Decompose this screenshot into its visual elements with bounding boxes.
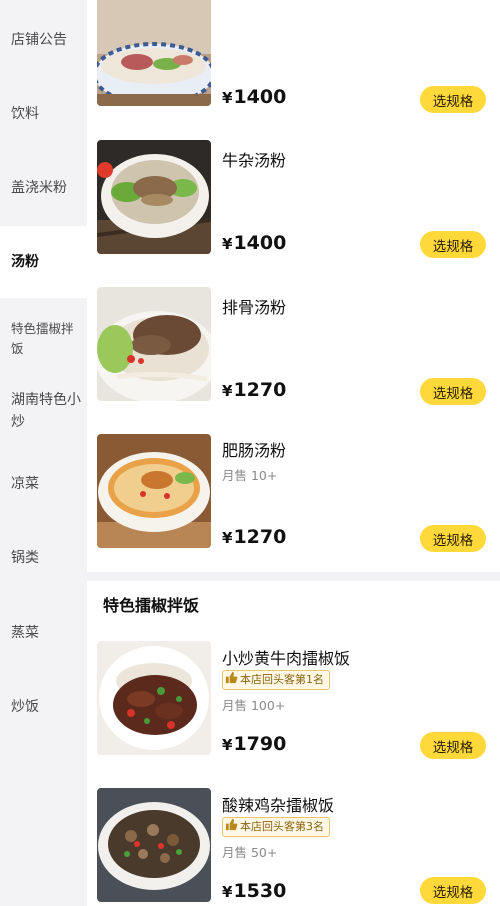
sidebar-item-cold-dishes[interactable]: 凉菜 (0, 472, 87, 496)
select-spec-button[interactable]: 选规格 (420, 86, 486, 113)
currency-symbol: ¥ (222, 89, 233, 107)
item-name: 肥肠汤粉 (222, 441, 287, 460)
sidebar-item-hunan-stir-fry[interactable]: 湖南特色小炒 (0, 388, 87, 434)
menu-item[interactable]: 酸辣鸡杂擂椒饭 本店回头客第3名 月售 50+ ¥1530 选规格 (87, 788, 500, 906)
menu-content: 汤粉 ¥1400 选规格 (87, 0, 500, 906)
menu-item[interactable]: 小炒黄牛肉擂椒饭 本店回头客第1名 月售 100+ ¥1790 选规格 (87, 641, 500, 776)
item-price: ¥1530 (222, 880, 286, 902)
dish-photo (97, 140, 211, 254)
price-value: 1270 (233, 379, 287, 401)
dish-photo (97, 434, 211, 548)
sidebar-item-rice-noodles[interactable]: 盖浇米粉 (0, 176, 87, 200)
dish-photo (97, 0, 211, 106)
price-value: 1530 (233, 880, 287, 902)
sidebar-item-pot-dishes[interactable]: 锅类 (0, 546, 87, 570)
item-name: 小炒黄牛肉擂椒饭 (222, 649, 351, 668)
currency-symbol: ¥ (222, 529, 233, 547)
section-title: 特色擂椒拌饭 (103, 596, 200, 615)
dish-photo (97, 788, 211, 902)
section-divider (87, 572, 500, 581)
price-value: 1790 (233, 733, 287, 755)
monthly-sales: 月售 10+ (222, 468, 278, 483)
currency-symbol: ¥ (222, 736, 233, 754)
price-value: 1270 (233, 526, 287, 548)
item-price: ¥1270 (222, 526, 286, 548)
menu-item[interactable]: 排骨汤粉 ¥1270 选规格 (87, 287, 500, 422)
currency-symbol: ¥ (222, 235, 233, 253)
repeat-customer-badge: 本店回头客第1名 (222, 670, 330, 690)
badge-label: 本店回头客第3名 (240, 820, 324, 833)
sidebar-item-steamed-dishes[interactable]: 蒸菜 (0, 621, 87, 645)
dish-photo (97, 287, 211, 401)
item-name: 排骨汤粉 (222, 298, 287, 317)
thumbs-up-icon (225, 818, 238, 837)
sidebar-item-soup-noodles[interactable]: 汤粉 (0, 226, 87, 298)
item-price: ¥1790 (222, 733, 286, 755)
menu-item[interactable]: ¥1400 选规格 (87, 0, 500, 130)
monthly-sales: 月售 100+ (222, 698, 286, 713)
select-spec-button[interactable]: 选规格 (420, 877, 486, 904)
price-value: 1400 (233, 86, 287, 108)
select-spec-button[interactable]: 选规格 (420, 732, 486, 759)
price-value: 1400 (233, 232, 287, 254)
menu-item[interactable]: 肥肠汤粉 月售 10+ ¥1270 选规格 (87, 434, 500, 569)
item-price: ¥1400 (222, 232, 286, 254)
sidebar-item-announcement[interactable]: 店铺公告 (0, 28, 87, 52)
menu-item[interactable]: 牛杂汤粉 ¥1400 选规格 (87, 140, 500, 275)
sidebar-item-pepper-rice[interactable]: 特色擂椒拌饭 (0, 318, 87, 360)
select-spec-button[interactable]: 选规格 (420, 525, 486, 552)
sidebar-item-drinks[interactable]: 饮料 (0, 102, 87, 126)
category-sidebar: 店铺公告 饮料 盖浇米粉 汤粉 特色擂椒拌饭 湖南特色小炒 凉菜 锅类 蒸菜 炒… (0, 0, 87, 906)
repeat-customer-badge: 本店回头客第3名 (222, 817, 330, 837)
menu-page: 店铺公告 饮料 盖浇米粉 汤粉 特色擂椒拌饭 湖南特色小炒 凉菜 锅类 蒸菜 炒… (0, 0, 500, 906)
currency-symbol: ¥ (222, 382, 233, 400)
badge-label: 本店回头客第1名 (240, 673, 324, 686)
select-spec-button[interactable]: 选规格 (420, 378, 486, 405)
monthly-sales: 月售 50+ (222, 845, 278, 860)
dish-photo (97, 641, 211, 755)
currency-symbol: ¥ (222, 883, 233, 901)
item-price: ¥1400 (222, 86, 286, 108)
select-spec-button[interactable]: 选规格 (420, 231, 486, 258)
sidebar-item-fried-rice[interactable]: 炒饭 (0, 695, 87, 719)
item-name: 酸辣鸡杂擂椒饭 (222, 796, 335, 815)
item-name: 牛杂汤粉 (222, 151, 287, 170)
thumbs-up-icon (225, 671, 238, 690)
item-price: ¥1270 (222, 379, 286, 401)
